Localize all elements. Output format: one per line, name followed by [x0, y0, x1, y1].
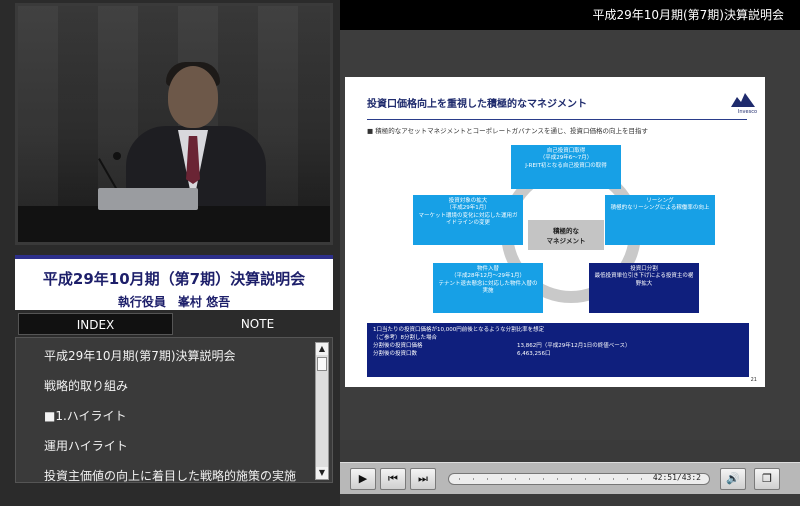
- band-row: 分割後の投資口数 6,463,256口: [373, 351, 743, 359]
- box-body: 積極的なリーシングによる稼働率の向上: [610, 205, 710, 212]
- box-unit-split: 投資口分割 最低投資単位引き下げによる投資主の裾野拡大: [589, 263, 699, 313]
- right-panel: 平成29年10月期(第7期)決算説明会 投資口価格向上を重視した積極的なマネジメ…: [340, 0, 800, 506]
- list-item[interactable]: 平成29年10月期(第7期)決算説明会: [44, 344, 332, 374]
- page-number: 21: [750, 377, 757, 383]
- popout-icon: ❐: [762, 472, 772, 485]
- player-controls: ▶ ⏮ ⏭ 42:51/43:2 🔊 ❐: [340, 462, 800, 494]
- tab-index[interactable]: INDEX: [18, 313, 173, 335]
- band-heading: 1口当たりの投資口価格が10,000円前後となるような分割比率を想定: [373, 327, 545, 333]
- presenter-caption: 平成29年10月期（第7期）決算説明会 執行役員 峯村 悠吾: [15, 255, 333, 310]
- band-row-label: 分割後の投資口数: [373, 350, 418, 357]
- list-item[interactable]: 戦略的取り組み: [44, 374, 332, 404]
- center-label: 積極的な マネジメント: [528, 220, 604, 250]
- scroll-down-icon[interactable]: ▼: [316, 467, 328, 479]
- band-row-value: 13,862円（平成29年12月1日の終値ベース）: [517, 342, 631, 349]
- box-asset-replacement: 物件入替 （平成28年12月〜29年1月） テナント退去懸念に対応した物件入替の…: [433, 263, 543, 313]
- box-buyback: 自己投資口取得 （平成29年6〜7月） J-REIT初となる自己投資口の取得: [511, 145, 621, 189]
- band-row: 分割後の投資口価格 13,862円（平成29年12月1日の終値ベース）: [373, 343, 743, 351]
- slide: 投資口価格向上を重視した積極的なマネジメント Invesco ■ 積極的なアセッ…: [345, 77, 765, 387]
- slide-subtitle: ■ 積極的なアセットマネジメントとコーポレートガバナンスを通じ、投資口価格の向上…: [367, 127, 648, 135]
- box-body: テナント退去懸念に対応した物件入替の実施: [438, 280, 538, 295]
- slide-title: 投資口価格向上を重視した積極的なマネジメント: [367, 99, 587, 110]
- index-list: 平成29年10月期(第7期)決算説明会 戦略的取り組み ■1.ハイライト 運用ハ…: [15, 337, 333, 483]
- volume-icon: 🔊: [726, 472, 740, 485]
- time-readout: 42:51/43:2: [652, 473, 701, 482]
- list-item[interactable]: ■1.ハイライト: [44, 404, 332, 434]
- laptop: [98, 188, 198, 210]
- box-date: （平成29年1月）: [446, 205, 490, 212]
- prev-icon: ⏮: [388, 472, 398, 485]
- title-divider: [367, 119, 747, 120]
- scroll-up-icon[interactable]: ▲: [316, 343, 328, 355]
- box-body: J-REIT初となる自己投資口の取得: [525, 162, 607, 169]
- tab-note[interactable]: NOTE: [185, 313, 330, 335]
- band-row-label: 分割後の投資口価格: [373, 342, 423, 349]
- split-info-band: 1口当たりの投資口価格が10,000円前後となるような分割比率を想定 （ご参考）…: [367, 323, 749, 377]
- tab-bar: INDEX NOTE: [15, 313, 333, 335]
- caption-subtitle: 執行役員 峯村 悠吾: [117, 295, 231, 309]
- list-item[interactable]: 投資主価値の向上に着目した戦略的施策の実施: [44, 464, 332, 482]
- center-line-2: マネジメント: [546, 237, 586, 245]
- box-date: （平成28年12月〜29年1月）: [451, 273, 525, 280]
- band-note: （ご参考）8分割した場合: [373, 334, 438, 341]
- podium: [18, 206, 330, 242]
- volume-button[interactable]: 🔊: [720, 468, 746, 490]
- scrollbar[interactable]: ▲ ▼: [315, 342, 329, 480]
- video-player[interactable]: [15, 3, 333, 245]
- next-icon: ⏭: [418, 472, 428, 485]
- scroll-thumb[interactable]: [317, 357, 327, 371]
- play-icon: ▶: [358, 472, 368, 485]
- slide-area: 投資口価格向上を重視した積極的なマネジメント Invesco ■ 積極的なアセッ…: [340, 30, 800, 440]
- box-body: マーケット環境の変化に対応した運用ガイドラインの変更: [418, 212, 518, 227]
- center-line-1: 積極的な: [553, 227, 579, 235]
- band-row-value: 6,463,256口: [517, 350, 551, 357]
- presenter-head: [168, 66, 218, 128]
- left-panel: 平成29年10月期（第7期）決算説明会 執行役員 峯村 悠吾 INDEX NOT…: [0, 0, 340, 506]
- popout-button[interactable]: ❐: [754, 468, 780, 490]
- box-investment-scope: 投資対象の拡大 （平成29年1月） マーケット環境の変化に対応した運用ガイドライ…: [413, 195, 523, 245]
- next-button[interactable]: ⏭: [410, 468, 436, 490]
- seek-ticks: [459, 478, 659, 480]
- list-item[interactable]: 運用ハイライト: [44, 434, 332, 464]
- box-date: （平成29年6〜7月）: [539, 155, 593, 162]
- box-body: 最低投資単位引き下げによる投資主の裾野拡大: [594, 273, 694, 287]
- logo-text: Invesco: [737, 109, 757, 115]
- title-bar: 平成29年10月期(第7期)決算説明会: [340, 0, 800, 30]
- seek-bar[interactable]: 42:51/43:2: [448, 473, 710, 485]
- microphone-head: [113, 152, 121, 160]
- window-title: 平成29年10月期(第7期)決算説明会: [592, 8, 784, 22]
- previous-button[interactable]: ⏮: [380, 468, 406, 490]
- play-button[interactable]: ▶: [350, 468, 376, 490]
- box-leasing: リーシング 積極的なリーシングによる稼働率の向上: [605, 195, 715, 245]
- caption-title: 平成29年10月期（第7期）決算説明会: [42, 270, 306, 288]
- invesco-logo-icon: [731, 93, 755, 107]
